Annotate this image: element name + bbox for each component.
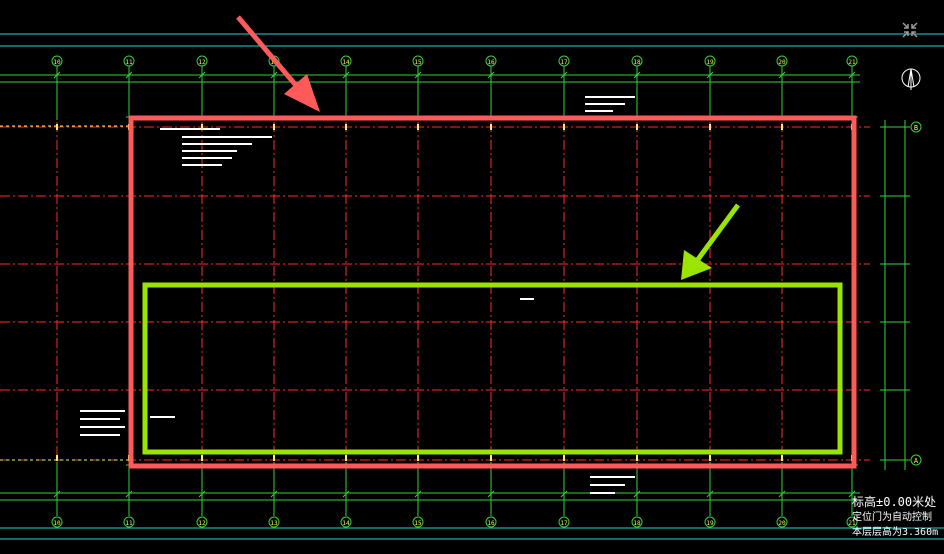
edge-marker-bottom — [636, 455, 638, 461]
drawing-notes: 标高±0.00米处 定位门为自动控制 本层层高为3.360m — [852, 495, 938, 540]
grid-column-lines — [53, 66, 856, 516]
edge-marker-top — [273, 124, 275, 130]
axis-label-bottom: 18 — [633, 520, 641, 527]
axis-label-top: 15 — [414, 59, 422, 66]
right-axis-bubbles: B A — [910, 121, 922, 466]
note-blocks — [80, 96, 635, 494]
edge-marker-bottom — [201, 455, 203, 461]
red-highlight-box — [128, 115, 857, 469]
red-arrow-icon — [236, 15, 320, 112]
edge-marker-bottom — [273, 455, 275, 461]
note-line-2: 定位门为自动控制 — [852, 512, 932, 523]
axis-label-top: 12 — [198, 59, 206, 66]
edge-marker-top — [636, 124, 638, 130]
edge-marker-bottom — [56, 455, 58, 461]
axis-label-bottom: 14 — [342, 520, 350, 527]
edge-marker-bottom — [345, 455, 347, 461]
axis-label-top: 10 — [53, 59, 61, 66]
note-line-3: 本层层高为3.360m — [852, 527, 938, 538]
axis-label-bottom: 11 — [125, 520, 133, 527]
axis-label-top: 21 — [848, 59, 856, 66]
edge-marker-bottom — [417, 455, 419, 461]
axis-label-bottom: 15 — [414, 520, 422, 527]
edge-marker-top — [490, 124, 492, 130]
edge-marker-top — [201, 124, 203, 130]
axis-label-top: 16 — [487, 59, 495, 66]
axis-label-top: 17 — [560, 59, 568, 66]
axis-label-bottom: 20 — [778, 520, 786, 527]
edge-markers — [56, 124, 853, 461]
collapse-arrows-icon[interactable] — [900, 20, 920, 40]
axis-label-bottom: 12 — [198, 520, 206, 527]
axis-label-top: 18 — [633, 59, 641, 66]
axis-label-top: 20 — [778, 59, 786, 66]
bottom-axis-bubbles: 10 11 12 13 14 15 16 17 18 19 20 21 — [51, 516, 858, 528]
axis-label-top: 11 — [125, 59, 133, 66]
grid-row-lines — [0, 125, 910, 461]
axis-label-A: A — [914, 457, 919, 465]
edge-marker-bottom — [563, 455, 565, 461]
edge-marker-top — [709, 124, 711, 130]
cad-drawing-viewport[interactable]: 101112131415161718192021 101112131415161… — [0, 0, 944, 554]
edge-marker-top — [56, 124, 58, 130]
axis-label-bottom: 17 — [560, 520, 568, 527]
axis-label-bottom: 10 — [53, 520, 61, 527]
axis-label-B: B — [914, 124, 918, 132]
axis-label-top: 14 — [342, 59, 350, 66]
north-arrow-icon — [901, 68, 921, 90]
note-line-1: 标高±0.00米处 — [852, 495, 937, 509]
edge-marker-bottom — [490, 455, 492, 461]
axis-label-bottom: 16 — [487, 520, 495, 527]
top-axis-bubbles: 101112131415161718192021 — [51, 55, 858, 67]
edge-marker-top — [781, 124, 783, 130]
axis-label-bottom: 19 — [706, 520, 714, 527]
edge-marker-bottom — [709, 455, 711, 461]
edge-marker-top — [417, 124, 419, 130]
edge-marker-top — [345, 124, 347, 130]
axis-label-bottom: 13 — [270, 520, 278, 527]
green-highlight-box — [142, 282, 843, 455]
axis-label-top: 19 — [706, 59, 714, 66]
edge-marker-top — [563, 124, 565, 130]
edge-marker-bottom — [781, 455, 783, 461]
